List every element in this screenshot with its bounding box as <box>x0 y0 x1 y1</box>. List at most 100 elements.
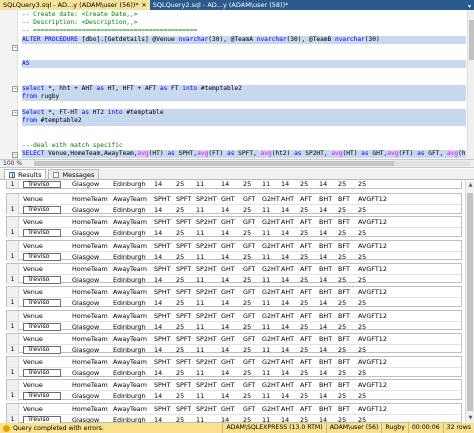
grid-cell[interactable]: 11 <box>262 181 270 188</box>
table-row[interactable]: 1 Treviso Glasgow Edinburgh 14 25 11 14 25 11 14 25… <box>7 204 461 215</box>
grid-cell[interactable]: 25 <box>358 252 366 262</box>
grid-cell[interactable]: 25 <box>300 391 308 401</box>
grid-cell[interactable]: Edinburgh <box>113 252 146 262</box>
grid-cell[interactable]: Edinburgh <box>113 415 146 423</box>
grid-cell[interactable]: 14 <box>154 228 162 238</box>
grid-cell[interactable]: 14 <box>319 345 327 355</box>
row-header-corner[interactable] <box>7 310 19 321</box>
grid-cell[interactable]: 25 <box>243 322 251 332</box>
grid-cell[interactable]: 25 <box>358 391 366 401</box>
grid-cell[interactable]: Edinburgh <box>113 298 146 308</box>
grid-cell[interactable]: 14 <box>154 275 162 285</box>
grid-cell[interactable]: 11 <box>262 228 270 238</box>
grid-cell[interactable]: Edinburgh <box>113 368 146 378</box>
grid-cell[interactable]: 25 <box>358 368 366 378</box>
grid-cell[interactable]: 25 <box>358 298 366 308</box>
code-line[interactable] <box>22 44 466 52</box>
scrollbar-thumb[interactable] <box>469 20 474 60</box>
grid-cell[interactable]: 25 <box>338 252 346 262</box>
scrollbar-thumb[interactable] <box>34 161 394 166</box>
code-line[interactable]: select *, hht + AHT as HT, HFT + AFT as … <box>22 84 466 93</box>
table-row[interactable]: 1 Treviso Glasgow Edinburgh 14 25 11 14 25 11 14 25… <box>7 390 461 402</box>
code-line[interactable] <box>22 77 466 85</box>
table-row[interactable]: 1 Treviso Glasgow Edinburgh 14 25 11 14 25 11 14 25… <box>7 227 461 239</box>
grid-cell[interactable]: 25 <box>300 368 308 378</box>
code-line[interactable]: from rugby <box>22 92 466 102</box>
venue-cell[interactable]: Treviso <box>23 181 61 188</box>
grid-cell[interactable]: 14 <box>221 345 229 355</box>
venue-cell[interactable]: Treviso <box>23 299 61 308</box>
code-line[interactable]: Select *, FT-HT as HT2 into #temptable <box>22 109 466 118</box>
collapse-icon[interactable]: − <box>12 152 18 158</box>
grid-cell[interactable]: 14 <box>319 322 327 332</box>
grid-cell[interactable]: 25 <box>300 228 308 238</box>
grid-cell[interactable]: 11 <box>196 181 204 188</box>
row-header-corner[interactable] <box>7 380 19 391</box>
grid-cell[interactable]: 14 <box>154 368 162 378</box>
result-grid[interactable]: Venue HomeTeam AwayTeam SPHT SPFT SP2HT GHT GFT… <box>6 262 462 285</box>
row-header-corner[interactable] <box>7 263 19 274</box>
grid-cell[interactable]: 14 <box>281 275 289 285</box>
grid-cell[interactable]: 25 <box>243 228 251 238</box>
grid-cell[interactable]: 14 <box>281 368 289 378</box>
grid-cell[interactable]: 25 <box>243 205 251 215</box>
tab-results[interactable]: Results <box>4 169 47 179</box>
row-header-corner[interactable] <box>7 217 19 228</box>
collapse-icon[interactable]: − <box>12 110 18 116</box>
grid-cell[interactable]: 25 <box>358 322 366 332</box>
row-header-corner[interactable] <box>7 333 19 344</box>
code-line[interactable]: -- =====================================… <box>22 27 466 35</box>
grid-cell[interactable]: Edinburgh <box>113 205 146 215</box>
grid-cell[interactable]: 25 <box>176 228 184 238</box>
table-row[interactable]: 1 Treviso Glasgow Edinburgh 14 25 11 14 25 11 14 25… <box>7 320 461 332</box>
grid-cell[interactable]: 11 <box>262 345 270 355</box>
grid-cell[interactable]: 14 <box>221 252 229 262</box>
grid-cell[interactable]: 11 <box>196 345 204 355</box>
grid-cell[interactable]: 14 <box>154 205 162 215</box>
grid-cell[interactable]: 25 <box>176 298 184 308</box>
grid-cell[interactable]: 25 <box>176 275 184 285</box>
grid-cell[interactable]: 25 <box>300 415 308 423</box>
results-vertical-scrollbar[interactable]: ▲ ▼ <box>465 181 474 423</box>
grid-cell[interactable]: 25 <box>176 415 184 423</box>
row-header-corner[interactable] <box>7 194 19 204</box>
grid-cell[interactable]: 14 <box>154 298 162 308</box>
grid-cell[interactable]: Edinburgh <box>113 322 146 332</box>
collapse-icon[interactable]: − <box>12 45 18 51</box>
grid-cell[interactable]: 14 <box>221 181 229 188</box>
grid-cell[interactable]: 25 <box>300 275 308 285</box>
grid-cell[interactable]: 25 <box>300 345 308 355</box>
table-row[interactable]: 1 Treviso Glasgow Edinburgh 14 25 11 14 25 11 14 25… <box>7 367 461 379</box>
venue-cell[interactable]: Treviso <box>23 415 61 423</box>
grid-cell[interactable]: 25 <box>358 228 366 238</box>
grid-cell[interactable]: 14 <box>281 322 289 332</box>
grid-cell[interactable]: 11 <box>196 368 204 378</box>
code-line[interactable]: AS <box>22 60 466 69</box>
query-editor[interactable]: − − − − -- Create date: <Create Date,,> -… <box>0 10 474 160</box>
grid-cell[interactable]: 14 <box>281 298 289 308</box>
zoom-level[interactable]: 100 % <box>0 160 30 167</box>
grid-cell[interactable]: 25 <box>300 205 308 215</box>
grid-cell[interactable]: Glasgow <box>72 275 99 285</box>
grid-cell[interactable]: 11 <box>262 205 270 215</box>
grid-cell[interactable]: Glasgow <box>72 415 99 423</box>
grid-cell[interactable]: 25 <box>243 275 251 285</box>
code-line[interactable]: SELECT Venue,HomeTeam,AwayTeam,avg(HT) a… <box>22 150 466 159</box>
grid-cell[interactable]: 14 <box>154 415 162 423</box>
grid-cell[interactable]: 14 <box>319 391 327 401</box>
grid-cell[interactable]: 25 <box>358 181 366 188</box>
result-grid[interactable]: Venue HomeTeam AwayTeam SPHT SPFT SP2HT GHT GFT… <box>6 379 462 402</box>
grid-cell[interactable]: Edinburgh <box>113 228 146 238</box>
grid-cell[interactable]: 25 <box>176 368 184 378</box>
grid-cell[interactable]: 25 <box>338 368 346 378</box>
scroll-down-icon[interactable]: ▼ <box>466 414 474 423</box>
grid-cell[interactable]: 11 <box>196 275 204 285</box>
code-line[interactable]: ---deal with match specific <box>22 142 466 150</box>
grid-cell[interactable]: Glasgow <box>72 228 99 238</box>
grid-cell[interactable]: 25 <box>358 345 366 355</box>
grid-cell[interactable]: Edinburgh <box>113 345 146 355</box>
grid-cell[interactable]: 11 <box>196 415 204 423</box>
grid-cell[interactable]: 25 <box>300 298 308 308</box>
grid-cell[interactable]: Glasgow <box>72 252 99 262</box>
grid-cell[interactable]: 25 <box>338 181 346 188</box>
